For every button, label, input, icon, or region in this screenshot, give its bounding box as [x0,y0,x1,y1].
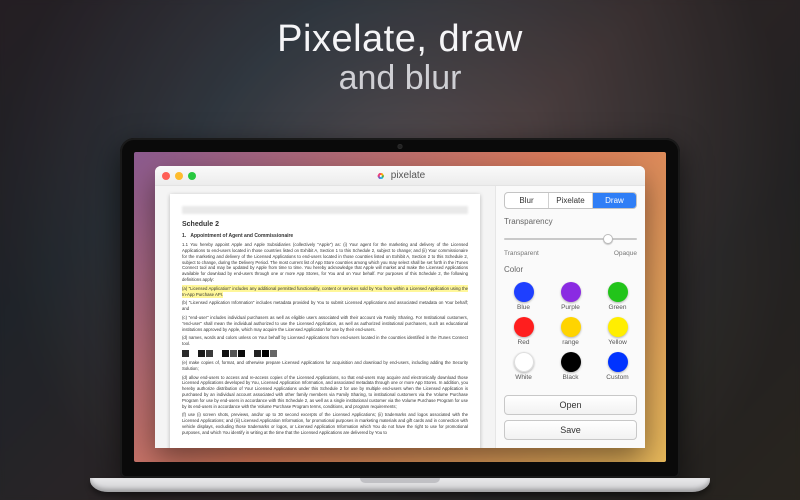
color-circle-icon [561,317,581,337]
blurred-region [182,206,468,214]
app-title-text: pixelate [391,170,425,181]
doc-para: (a) "Licensed Application" includes any … [182,286,468,298]
app-title: pixelate [375,170,425,182]
laptop-base [90,478,710,492]
color-circle-icon [561,352,581,372]
minimize-icon[interactable] [175,172,183,180]
doc-title: Schedule 2 [182,220,468,229]
save-button[interactable]: Save [504,420,637,440]
color-swatch-range[interactable]: range [551,317,590,346]
color-swatch-white[interactable]: White [504,352,543,381]
color-swatch-label: Green [608,304,626,311]
color-swatch-green[interactable]: Green [598,282,637,311]
color-swatch-label: Blue [517,304,530,311]
doc-para: 1.1 You hereby appoint Apple and Apple S… [182,242,468,283]
tab-pixelate[interactable]: Pixelate [548,193,592,208]
doc-para: (d) allow end-users to access and re-acc… [182,375,468,410]
color-label: Color [504,265,637,274]
transparency-slider[interactable] [504,232,637,246]
laptop-camera [398,144,403,149]
tool-tabs: Blur Pixelate Draw [504,192,637,209]
color-swatch-label: Yellow [608,339,627,346]
marketing-headline-bottom: and blur [0,59,800,98]
color-circle-icon [514,317,534,337]
zoom-icon[interactable] [188,172,196,180]
color-swatch-blue[interactable]: Blue [504,282,543,311]
close-icon[interactable] [162,172,170,180]
app-logo-icon [375,170,387,182]
color-swatch-label: Custom [606,374,628,381]
color-swatch-label: range [562,339,579,346]
tab-blur[interactable]: Blur [505,193,548,208]
color-swatch-yellow[interactable]: Yellow [598,317,637,346]
color-circle-icon [514,352,534,372]
color-circle-icon [608,282,628,302]
open-button[interactable]: Open [504,395,637,415]
slider-knob[interactable] [603,234,613,244]
doc-section-number: 1. [182,233,186,239]
tab-draw[interactable]: Draw [592,193,636,208]
document-page: Schedule 2 1. Appointment of Agent and C… [170,194,480,448]
doc-para: (c) "end-user" includes individual purch… [182,315,468,332]
color-circle-icon [561,282,581,302]
doc-para: (d) names, words and colors unless on Yo… [182,335,468,347]
doc-section-title: Appointment of Agent and Commissionaire [190,233,293,239]
color-swatch-custom[interactable]: Custom [598,352,637,381]
color-circle-icon [608,352,628,372]
doc-para: (e) make copies of, format, and otherwis… [182,360,468,372]
document-canvas[interactable]: Schedule 2 1. Appointment of Agent and C… [155,186,495,448]
color-swatch-label: Red [518,339,530,346]
color-swatch-red[interactable]: Red [504,317,543,346]
color-swatch-black[interactable]: Black [551,352,590,381]
marketing-headline-top: Pixelate, draw [0,18,800,61]
transparency-label: Transparency [504,217,637,226]
app-window: pixelate Schedule 2 1. Appointment of Ag… [155,166,645,448]
window-titlebar: pixelate [155,166,645,186]
pixelated-region [182,350,468,357]
doc-para: (f) use (i) screen shots, previews, and/… [182,412,468,435]
color-swatch-label: White [515,374,532,381]
sidebar: Blur Pixelate Draw Transparency Transpar… [495,186,645,448]
color-circle-icon [514,282,534,302]
color-swatch-label: Black [563,374,579,381]
color-swatch-label: Purple [561,304,580,311]
color-swatch-purple[interactable]: Purple [551,282,590,311]
slider-max-label: Opaque [614,250,637,257]
laptop-mockup: pixelate Schedule 2 1. Appointment of Ag… [120,138,680,492]
color-circle-icon [608,317,628,337]
slider-min-label: Transparent [504,250,539,257]
doc-para: (b) "Licensed Application Information" i… [182,300,468,312]
highlighted-text: (a) "Licensed Application" includes any … [182,285,468,298]
